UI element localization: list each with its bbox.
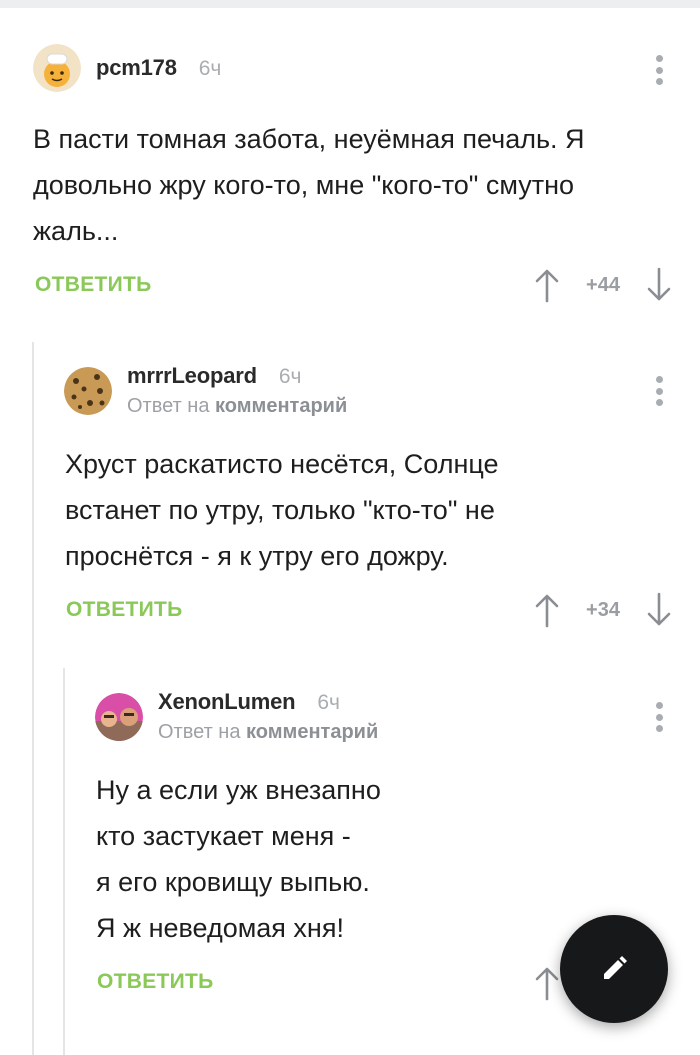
thread-line-level-1[interactable]	[32, 342, 34, 1055]
reply-button[interactable]: ОТВЕТИТЬ	[97, 970, 214, 994]
vote-controls: +44	[533, 267, 673, 303]
more-options-icon[interactable]	[655, 376, 663, 406]
timestamp: 6ч	[198, 57, 222, 80]
comment-header: XenonLumen 6ч Ответ на комментарий	[95, 689, 378, 744]
comment-header: pcm178 6ч	[33, 44, 221, 92]
reply-to-label: Ответ на комментарий	[127, 395, 347, 418]
downvote-arrow-icon[interactable]	[645, 592, 673, 628]
downvote-arrow-icon[interactable]	[645, 267, 673, 303]
thread-line-level-2[interactable]	[63, 668, 65, 1055]
vote-controls: +34	[533, 592, 673, 628]
upvote-arrow-icon[interactable]	[533, 267, 561, 303]
comment-text: Хруст раскатисто несётся, Солнце встанет…	[65, 449, 499, 571]
vote-controls	[533, 965, 561, 1001]
top-separator	[0, 0, 700, 8]
reply-to-prefix: Ответ на	[158, 721, 241, 743]
upvote-arrow-icon[interactable]	[533, 592, 561, 628]
username[interactable]: mrrrLeopard	[127, 363, 257, 389]
username[interactable]: XenonLumen	[158, 689, 296, 715]
reply-to-label: Ответ на комментарий	[158, 721, 378, 744]
reply-to-prefix: Ответ на	[127, 395, 210, 417]
comment-text: В пасти томная забота, неуёмная печаль. …	[33, 124, 585, 246]
comment-header: mrrrLeopard 6ч Ответ на комментарий	[64, 363, 347, 418]
reply-button[interactable]: ОТВЕТИТЬ	[66, 598, 183, 622]
rating-count: +34	[586, 598, 620, 621]
more-options-icon[interactable]	[655, 702, 663, 732]
pencil-icon	[604, 956, 627, 979]
timestamp: 6ч	[317, 691, 340, 714]
rating-count: +44	[586, 273, 620, 296]
comment-text: Ну а если уж внезапно кто застукает меня…	[96, 775, 381, 943]
more-options-icon[interactable]	[655, 55, 663, 85]
timestamp: 6ч	[278, 365, 302, 388]
photo-avatar[interactable]	[95, 692, 143, 741]
reply-to-link[interactable]: комментарий	[246, 721, 378, 743]
reply-to-link[interactable]: комментарий	[215, 395, 347, 417]
upvote-arrow-icon[interactable]	[533, 965, 561, 1001]
chef-emoji-avatar[interactable]	[33, 44, 81, 92]
write-comment-button[interactable]	[560, 915, 668, 1023]
leopard-avatar[interactable]	[64, 366, 112, 415]
reply-button[interactable]: ОТВЕТИТЬ	[35, 273, 152, 297]
username[interactable]: pcm178	[96, 55, 177, 81]
